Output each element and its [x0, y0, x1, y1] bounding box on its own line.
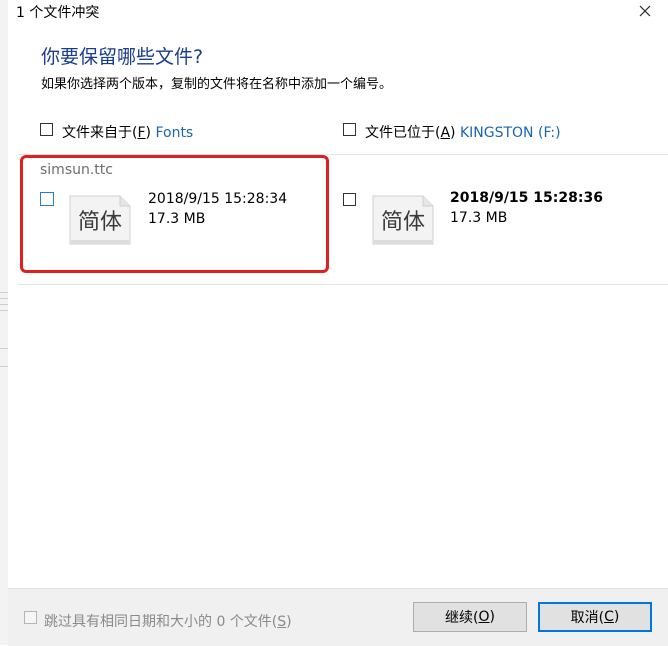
strip-tick: [0, 310, 8, 311]
source-location-link[interactable]: Fonts: [155, 125, 193, 141]
dialog-heading: 你要保留哪些文件?: [41, 46, 204, 68]
strip-tick: [0, 348, 8, 349]
close-button[interactable]: [628, 0, 662, 22]
source-column-label[interactable]: 文件来自于(F) Fonts: [62, 122, 193, 142]
strip-tick: [0, 366, 8, 367]
highlight-annotation-box: [20, 155, 329, 273]
row-divider: [18, 284, 668, 285]
window-title: 1 个文件冲突: [16, 5, 100, 21]
keep-destination-checkbox[interactable]: [343, 193, 356, 206]
destination-file-size: 17.3 MB: [450, 210, 508, 226]
strip-tick: [0, 304, 8, 305]
continue-button[interactable]: 继续(O): [413, 602, 527, 632]
file-conflict-dialog: 1 个文件冲突 你要保留哪些文件? 如果你选择两个版本，复制的文件将在名称中添加…: [8, 0, 668, 646]
close-icon: [639, 5, 651, 17]
strip-tick: [0, 292, 8, 293]
dialog-subheading: 如果你选择两个版本，复制的文件将在名称中添加一个编号。: [41, 77, 393, 92]
destination-location-link[interactable]: KINGSTON (F:): [460, 125, 561, 141]
dialog-footer: 跳过具有相同日期和大小的 0 个文件(S) 继续(O) 取消(C): [8, 588, 668, 646]
cancel-button[interactable]: 取消(C): [538, 602, 652, 632]
strip-tick: [0, 298, 8, 299]
destination-column-label[interactable]: 文件已位于(A) KINGSTON (F:): [365, 122, 561, 142]
font-file-icon: 简体: [371, 190, 435, 246]
destination-file-info: 2018/9/15 15:28:36 17.3 MB: [450, 188, 603, 228]
destination-file-date: 2018/9/15 15:28:36: [450, 190, 603, 206]
skip-same-files-checkbox[interactable]: [24, 611, 37, 624]
skip-same-files-label: 跳过具有相同日期和大小的 0 个文件(S): [44, 614, 292, 630]
select-all-source-checkbox[interactable]: [40, 123, 53, 136]
font-preview-glyph: 简体: [380, 210, 425, 235]
select-all-destination-checkbox[interactable]: [343, 123, 356, 136]
title-bar: 1 个文件冲突: [8, 0, 668, 22]
